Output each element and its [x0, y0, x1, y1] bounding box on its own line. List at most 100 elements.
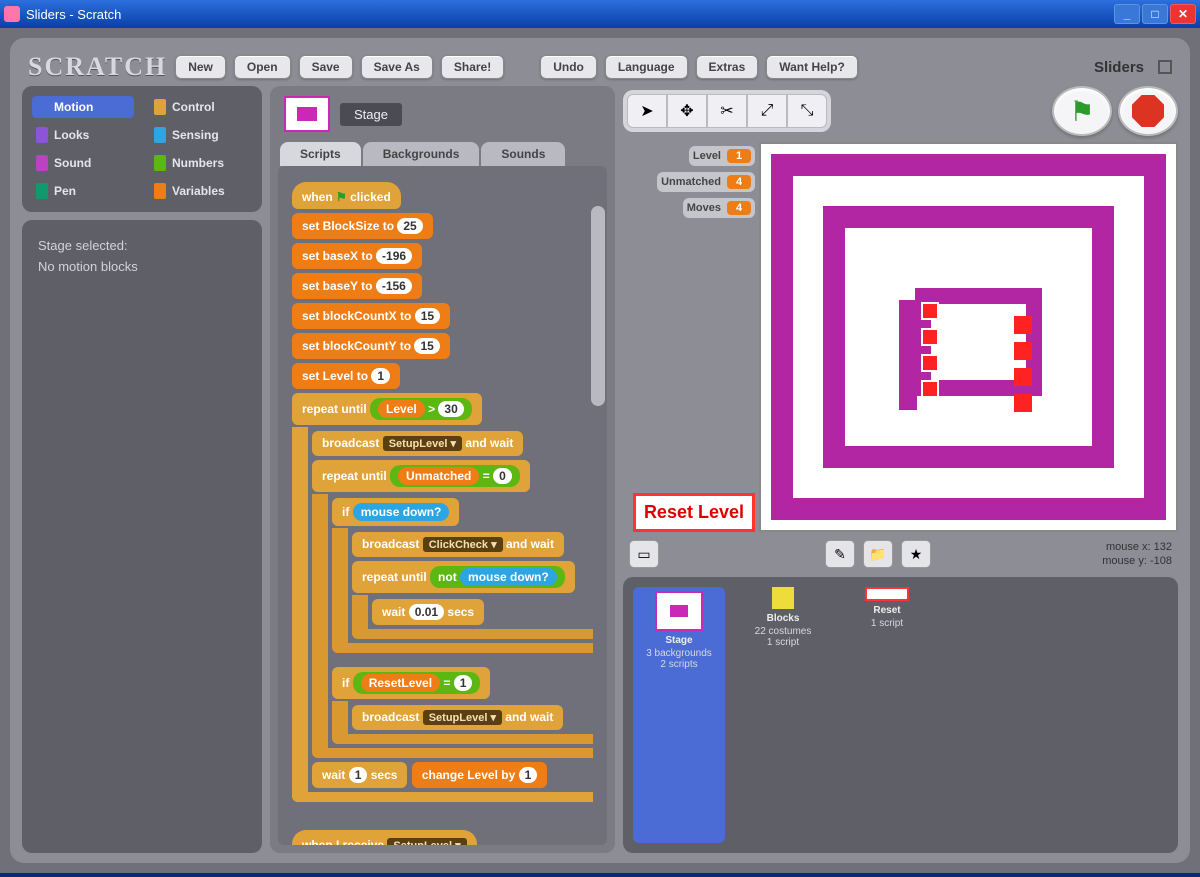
window-title: Sliders - Scratch — [26, 7, 121, 22]
block-repeat-until-level[interactable]: repeat until Level > 30 — [292, 393, 482, 425]
hat-when-receive[interactable]: when I receive SetupLevel ▾ — [292, 830, 477, 845]
paint-new-sprite-button[interactable]: ✎ — [825, 540, 855, 568]
level-mid-wall — [823, 206, 1114, 468]
block-repeat-until-not-mousedown[interactable]: repeat until not mouse down? — [352, 561, 575, 593]
block-broadcast-setup[interactable]: broadcast SetupLevel ▾ and wait — [312, 431, 523, 456]
script-stack-2[interactable]: when I receive SetupLevel ▾ set ResetLev… — [292, 828, 593, 845]
red-target-4 — [1014, 394, 1032, 412]
red-block-1[interactable] — [921, 302, 939, 320]
presentation-mode-button[interactable]: ▭ — [629, 540, 659, 568]
category-label: Motion — [54, 100, 93, 114]
scissors-tool-icon[interactable]: ✂ — [707, 94, 747, 128]
app-icon — [4, 6, 20, 22]
stage-canvas[interactable] — [759, 142, 1178, 532]
category-label: Control — [172, 100, 215, 114]
surprise-sprite-button[interactable]: ★ — [901, 540, 931, 568]
category-swatch — [154, 99, 166, 115]
category-label: Numbers — [172, 156, 224, 170]
left-column: Motion Control Looks Sensing Sound Numbers Pen… — [22, 86, 262, 853]
stop-icon — [1132, 95, 1164, 127]
sprite-name-field[interactable]: Stage — [340, 103, 402, 126]
save-button[interactable]: Save — [299, 55, 353, 79]
category-swatch — [154, 155, 166, 171]
hat-when-flag-clicked[interactable]: when ⚑ clicked — [292, 182, 401, 209]
sprite-card-blocks[interactable]: Blocks 22 costumes 1 script — [737, 587, 829, 843]
block-set-blockcountx[interactable]: set blockCountX to 15 — [292, 303, 450, 329]
stage-tool-tray: ➤ ✥ ✂ ⤢ ⤡ — [623, 90, 831, 132]
category-sensing[interactable]: Sensing — [150, 124, 252, 146]
block-if-resetlevel[interactable]: if ResetLevel = 1 — [332, 667, 490, 699]
block-set-blocksize[interactable]: set BlockSize to 25 — [292, 213, 433, 239]
green-flag-button[interactable]: ⚑ — [1052, 86, 1112, 136]
fullscreen-icon[interactable] — [1158, 60, 1172, 74]
help-button[interactable]: Want Help? — [766, 55, 858, 79]
block-set-blockcounty[interactable]: set blockCountY to 15 — [292, 333, 450, 359]
stage-monitors: Level1 Unmatched4 Moves4 Reset Level — [623, 142, 755, 532]
reset-level-button[interactable]: Reset Level — [633, 493, 755, 532]
red-block-3[interactable] — [921, 354, 939, 372]
block-if-mousedown[interactable]: if mouse down? — [332, 498, 459, 526]
extras-button[interactable]: Extras — [696, 55, 759, 79]
sprite-panel: Stage 3 backgrounds 2 scripts Blocks 22 … — [623, 577, 1178, 853]
scrollbar-vertical[interactable] — [591, 206, 605, 406]
sprite-toolbar: ▭ ✎ 📁 ★ mouse x: 132 mouse y: -108 — [623, 538, 1178, 571]
block-set-basey[interactable]: set baseY to -156 — [292, 273, 422, 299]
new-button[interactable]: New — [175, 55, 226, 79]
choose-sprite-button[interactable]: 📁 — [863, 540, 893, 568]
sprite-card-reset[interactable]: Reset 1 script — [841, 587, 933, 843]
stamp-tool-icon[interactable]: ✥ — [667, 94, 707, 128]
palette-msg-line1: Stage selected: — [38, 236, 246, 257]
category-label: Looks — [54, 128, 89, 142]
category-swatch — [36, 127, 48, 143]
block-broadcast-setup2[interactable]: broadcast SetupLevel ▾ and wait — [352, 705, 563, 730]
monitor-level[interactable]: Level1 — [689, 146, 755, 166]
level-outer-wall — [771, 154, 1166, 520]
red-block-2[interactable] — [921, 328, 939, 346]
category-sound[interactable]: Sound — [32, 152, 134, 174]
block-wait-1[interactable]: wait 1 secs — [312, 762, 407, 788]
script-area[interactable]: when ⚑ clicked set BlockSize to 25 set b… — [278, 166, 607, 845]
grow-tool-icon[interactable]: ⤢ — [747, 94, 787, 128]
category-motion[interactable]: Motion — [32, 96, 134, 118]
category-variables[interactable]: Variables — [150, 180, 252, 202]
stop-button[interactable] — [1118, 86, 1178, 136]
shrink-tool-icon[interactable]: ⤡ — [787, 94, 827, 128]
window-close-button[interactable]: ✕ — [1170, 4, 1196, 24]
category-numbers[interactable]: Numbers — [150, 152, 252, 174]
category-label: Sound — [54, 156, 91, 170]
block-wait-001[interactable]: wait 0.01 secs — [372, 599, 484, 625]
tab-scripts[interactable]: Scripts — [280, 142, 361, 166]
undo-button[interactable]: Undo — [540, 55, 597, 79]
window-minimize-button[interactable]: _ — [1114, 4, 1140, 24]
red-block-4[interactable] — [921, 380, 939, 398]
category-swatch — [36, 99, 48, 115]
palette-msg-line2: No motion blocks — [38, 257, 246, 278]
category-control[interactable]: Control — [150, 96, 252, 118]
saveas-button[interactable]: Save As — [361, 55, 433, 79]
block-set-level[interactable]: set Level to 1 — [292, 363, 400, 389]
block-repeat-until-unmatched[interactable]: repeat until Unmatched = 0 — [312, 460, 530, 492]
palette-message: Stage selected: No motion blocks — [22, 220, 262, 853]
window-maximize-button[interactable]: □ — [1142, 4, 1168, 24]
stage-thumbnail — [284, 96, 330, 132]
category-pen[interactable]: Pen — [32, 180, 134, 202]
scratch-logo: SCRATCH — [28, 52, 167, 82]
project-name: Sliders — [1094, 59, 1144, 76]
category-looks[interactable]: Looks — [32, 124, 134, 146]
stage-sprite-thumb — [655, 591, 703, 631]
monitor-moves[interactable]: Moves4 — [683, 198, 755, 218]
monitor-unmatched[interactable]: Unmatched4 — [657, 172, 755, 192]
sprite-card-stage[interactable]: Stage 3 backgrounds 2 scripts — [633, 587, 725, 843]
block-change-level[interactable]: change Level by 1 — [412, 762, 547, 788]
red-target-3 — [1014, 368, 1032, 386]
tab-sounds[interactable]: Sounds — [481, 142, 565, 166]
block-set-basex[interactable]: set baseX to -196 — [292, 243, 422, 269]
script-stack-1[interactable]: when ⚑ clicked set BlockSize to 25 set b… — [292, 180, 593, 804]
tab-backgrounds[interactable]: Backgrounds — [363, 142, 480, 166]
open-button[interactable]: Open — [234, 55, 291, 79]
share-button[interactable]: Share! — [441, 55, 504, 79]
top-toolbar: SCRATCH New Open Save Save As Share! Und… — [22, 48, 1178, 86]
language-button[interactable]: Language — [605, 55, 688, 79]
pointer-tool-icon[interactable]: ➤ — [627, 94, 667, 128]
block-broadcast-click[interactable]: broadcast ClickCheck ▾ and wait — [352, 532, 564, 557]
